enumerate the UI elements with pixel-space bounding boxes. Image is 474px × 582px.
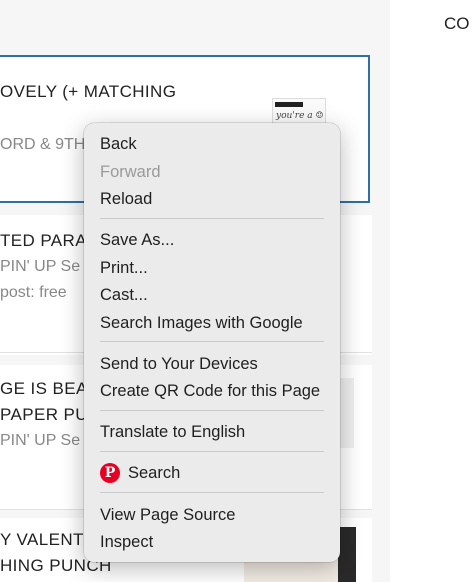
menu-item-back[interactable]: Back bbox=[100, 133, 137, 155]
post-meta: ORD & 9TH bbox=[0, 136, 86, 153]
menu-separator bbox=[100, 410, 324, 411]
context-menu: Back Forward Reload Save As... Print... … bbox=[84, 123, 340, 562]
post-meta: post: free bbox=[0, 284, 67, 301]
menu-item-translate[interactable]: Translate to English bbox=[100, 421, 245, 443]
menu-item-view-page-source[interactable]: View Page Source bbox=[100, 504, 235, 526]
menu-separator bbox=[100, 218, 324, 219]
post-title[interactable]: Y VALENT bbox=[0, 530, 84, 550]
menu-item-create-qr-code[interactable]: Create QR Code for this Page bbox=[100, 380, 320, 402]
thumbnail-script: you're a ☺ bbox=[276, 111, 324, 121]
menu-separator bbox=[100, 492, 324, 493]
menu-item-send-to-devices[interactable]: Send to Your Devices bbox=[100, 353, 258, 375]
menu-item-inspect[interactable]: Inspect bbox=[100, 531, 153, 553]
thumbnail-dark-strip bbox=[338, 527, 356, 582]
pinterest-icon: P bbox=[100, 463, 120, 483]
menu-item-pinterest-search[interactable]: Search bbox=[128, 462, 180, 484]
post-title[interactable]: OVELY (+ MATCHING bbox=[0, 82, 176, 102]
menu-separator bbox=[100, 341, 324, 342]
menu-item-cast[interactable]: Cast... bbox=[100, 284, 148, 306]
post-thumbnail[interactable] bbox=[338, 378, 354, 448]
menu-item-search-images-google[interactable]: Search Images with Google bbox=[100, 312, 303, 334]
menu-item-forward: Forward bbox=[100, 163, 161, 181]
menu-item-save-as[interactable]: Save As... bbox=[100, 229, 174, 251]
menu-separator bbox=[100, 451, 324, 452]
post-category[interactable]: PIN' UP Se bbox=[0, 258, 80, 276]
right-pane-text: CO bbox=[444, 14, 470, 33]
thumbnail-stripe bbox=[275, 102, 303, 107]
menu-item-reload[interactable]: Reload bbox=[100, 188, 152, 210]
post-category[interactable]: PIN' UP Se bbox=[0, 432, 80, 450]
menu-item-print[interactable]: Print... bbox=[100, 257, 148, 279]
right-pane: CO bbox=[390, 0, 474, 582]
